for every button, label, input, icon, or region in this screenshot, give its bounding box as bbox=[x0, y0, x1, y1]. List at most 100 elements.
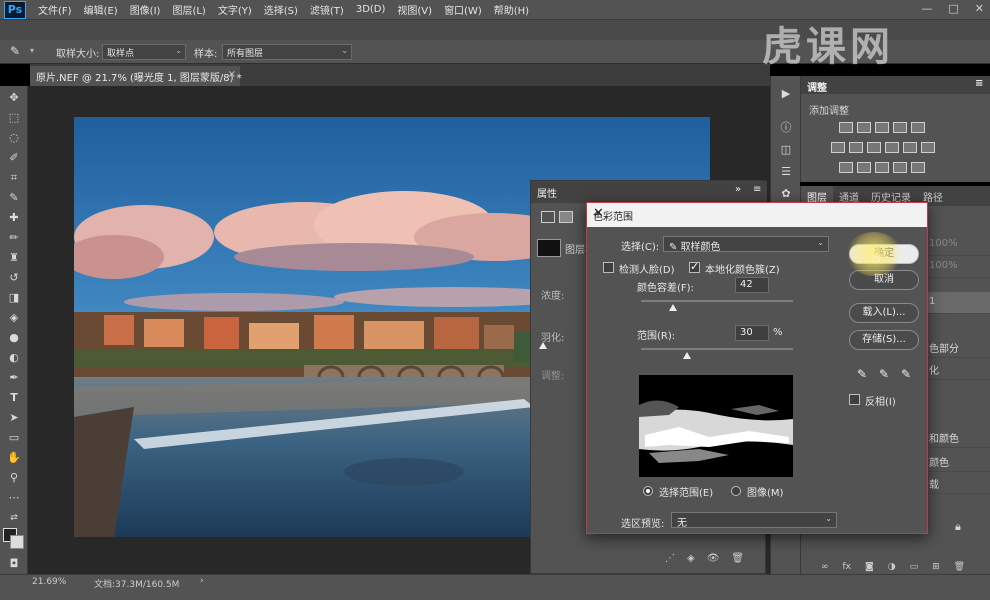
photo-filter-icon[interactable] bbox=[885, 142, 899, 153]
paint-bucket-icon[interactable]: ◈ bbox=[4, 310, 24, 326]
menu-type[interactable]: 文字(Y) bbox=[212, 2, 258, 17]
select-dropdown[interactable]: ✎ 取样颜色 ⌄ bbox=[663, 236, 829, 253]
hand-tool-icon[interactable]: ✋ bbox=[4, 450, 24, 466]
menu-help[interactable]: 帮助(H) bbox=[488, 2, 535, 17]
shape-tool-icon[interactable]: ▭ bbox=[4, 430, 24, 446]
posterize-icon[interactable] bbox=[857, 162, 871, 173]
healing-brush-icon[interactable]: ✚ bbox=[4, 210, 24, 226]
feather-slider-thumb[interactable] bbox=[539, 342, 547, 349]
add-mask-icon[interactable]: ◙ bbox=[865, 562, 874, 574]
type-tool-icon[interactable]: T bbox=[4, 390, 24, 406]
marquee-tool-icon[interactable]: ⬚ bbox=[4, 110, 24, 126]
menu-file[interactable]: 文件(F) bbox=[32, 2, 78, 17]
layer-row[interactable]: 和颜色 bbox=[927, 426, 990, 448]
menu-view[interactable]: 视图(V) bbox=[391, 2, 438, 17]
range-slider-thumb[interactable] bbox=[682, 352, 691, 359]
curves-icon[interactable] bbox=[875, 122, 889, 133]
apply-mask-icon[interactable]: ◈ bbox=[687, 553, 695, 564]
zoom-tool-icon[interactable]: ⚲ bbox=[4, 470, 24, 486]
invert-icon[interactable] bbox=[839, 162, 853, 173]
fuzziness-slider-thumb[interactable] bbox=[668, 304, 677, 311]
move-tool-icon[interactable]: ✥ bbox=[4, 90, 24, 106]
adjustments-tab[interactable]: 调整 ≡ bbox=[801, 76, 990, 94]
link-layers-icon[interactable]: ∞ bbox=[821, 562, 829, 574]
gradient-map-icon[interactable] bbox=[893, 162, 907, 173]
menu-window[interactable]: 窗口(W) bbox=[438, 2, 488, 17]
swap-colors-icon[interactable]: ⇄ bbox=[4, 510, 24, 526]
layer-row[interactable]: 1 bbox=[927, 292, 990, 314]
sample-select[interactable]: 所有图层 ⌄ bbox=[222, 44, 352, 60]
zoom-level[interactable]: 21.69% bbox=[32, 577, 66, 587]
image-radio[interactable] bbox=[731, 486, 741, 496]
fuzziness-slider-track[interactable] bbox=[641, 300, 793, 302]
brush-settings-icon[interactable]: ✿ bbox=[778, 186, 794, 202]
fill-field[interactable]: 100% bbox=[927, 256, 990, 278]
range-input[interactable]: 30 bbox=[735, 325, 769, 341]
opacity-field[interactable]: 100% bbox=[927, 234, 990, 256]
threshold-icon[interactable] bbox=[875, 162, 889, 173]
localized-clusters-checkbox[interactable] bbox=[689, 260, 700, 273]
detect-faces-checkbox[interactable] bbox=[603, 262, 614, 273]
channel-mixer-icon[interactable] bbox=[903, 142, 917, 153]
history-brush-icon[interactable]: ↺ bbox=[4, 270, 24, 286]
load-button[interactable]: 载入(L)... bbox=[849, 303, 919, 323]
hue-saturation-icon[interactable] bbox=[831, 142, 845, 153]
panel-menu-icon[interactable]: ≡ bbox=[753, 184, 761, 195]
exposure-icon[interactable] bbox=[893, 122, 907, 133]
close-tab-icon[interactable]: × bbox=[228, 69, 236, 80]
brightness-icon[interactable] bbox=[839, 122, 853, 133]
invert-checkbox[interactable] bbox=[849, 394, 860, 405]
selection-radio[interactable] bbox=[643, 486, 653, 496]
collapse-icon[interactable]: » bbox=[735, 184, 741, 195]
delete-layer-icon[interactable]: 🗑︎ bbox=[954, 562, 965, 574]
pixel-mask-icon[interactable] bbox=[541, 211, 555, 223]
eyedropper-minus-icon[interactable]: ✎ bbox=[897, 365, 915, 383]
eyedropper-tool-icon[interactable]: ✎ bbox=[10, 44, 20, 58]
background-color-swatch[interactable] bbox=[10, 535, 24, 549]
layer-row[interactable]: 载 bbox=[927, 472, 990, 494]
new-group-icon[interactable]: ▭ bbox=[910, 562, 919, 574]
color-lookup-icon[interactable] bbox=[921, 142, 935, 153]
eraser-tool-icon[interactable]: ◨ bbox=[4, 290, 24, 306]
menu-edit[interactable]: 编辑(E) bbox=[78, 2, 124, 17]
eyedropper-icon[interactable]: ✎ bbox=[4, 190, 24, 206]
load-selection-icon[interactable]: ⋰ bbox=[665, 553, 675, 564]
black-white-icon[interactable] bbox=[867, 142, 881, 153]
fx-icon[interactable]: fx bbox=[843, 562, 852, 574]
path-select-icon[interactable]: ➤ bbox=[4, 410, 24, 426]
styles-icon[interactable]: ◫ bbox=[778, 142, 794, 158]
range-slider-track[interactable] bbox=[641, 348, 793, 350]
color-balance-icon[interactable] bbox=[849, 142, 863, 153]
brush-tool-icon[interactable]: ✏ bbox=[4, 230, 24, 246]
vector-mask-icon[interactable] bbox=[559, 211, 573, 223]
new-layer-icon[interactable]: ⊞ bbox=[932, 562, 940, 574]
info-icon[interactable]: ⓘ bbox=[778, 120, 794, 136]
crop-tool-icon[interactable]: ⌗ bbox=[4, 170, 24, 186]
close-icon[interactable]: ✕ bbox=[593, 206, 919, 221]
eyedropper-icon[interactable]: ✎ bbox=[853, 365, 871, 383]
dodge-tool-icon[interactable]: ◐ bbox=[4, 350, 24, 366]
eyedropper-plus-icon[interactable]: ✎ bbox=[875, 365, 893, 383]
quick-mask-icon[interactable]: ◘ bbox=[4, 556, 24, 572]
tool-preset-chevron-icon[interactable]: ▾ bbox=[30, 46, 34, 55]
layer-row[interactable]: 色部分 bbox=[927, 336, 990, 358]
quick-select-tool-icon[interactable]: ✐ bbox=[4, 150, 24, 166]
levels-icon[interactable] bbox=[857, 122, 871, 133]
delete-mask-icon[interactable]: 🗑︎ bbox=[731, 553, 744, 564]
play-icon[interactable]: ▶ bbox=[778, 86, 794, 102]
new-adjustment-icon[interactable]: ◑ bbox=[888, 562, 896, 574]
more-tools-icon[interactable]: ⋯ bbox=[4, 490, 24, 506]
pen-tool-icon[interactable]: ✒ bbox=[4, 370, 24, 386]
save-button[interactable]: 存储(S)... bbox=[849, 330, 919, 350]
lasso-tool-icon[interactable]: ◌ bbox=[4, 130, 24, 146]
selection-preview-thumbnail[interactable] bbox=[639, 375, 793, 477]
menu-select[interactable]: 选择(S) bbox=[258, 2, 304, 17]
sample-size-select[interactable]: 取样点 ⌄ bbox=[102, 44, 186, 60]
menu-filter[interactable]: 滤镜(T) bbox=[304, 2, 350, 17]
selection-preview-dropdown[interactable]: 无 ⌄ bbox=[671, 512, 837, 529]
menu-image[interactable]: 图像(I) bbox=[124, 2, 167, 17]
layer-row[interactable]: 颜色 bbox=[927, 450, 990, 472]
menu-3d[interactable]: 3D(D) bbox=[350, 4, 392, 15]
blur-tool-icon[interactable]: ● bbox=[4, 330, 24, 346]
menu-layer[interactable]: 图层(L) bbox=[166, 2, 211, 17]
